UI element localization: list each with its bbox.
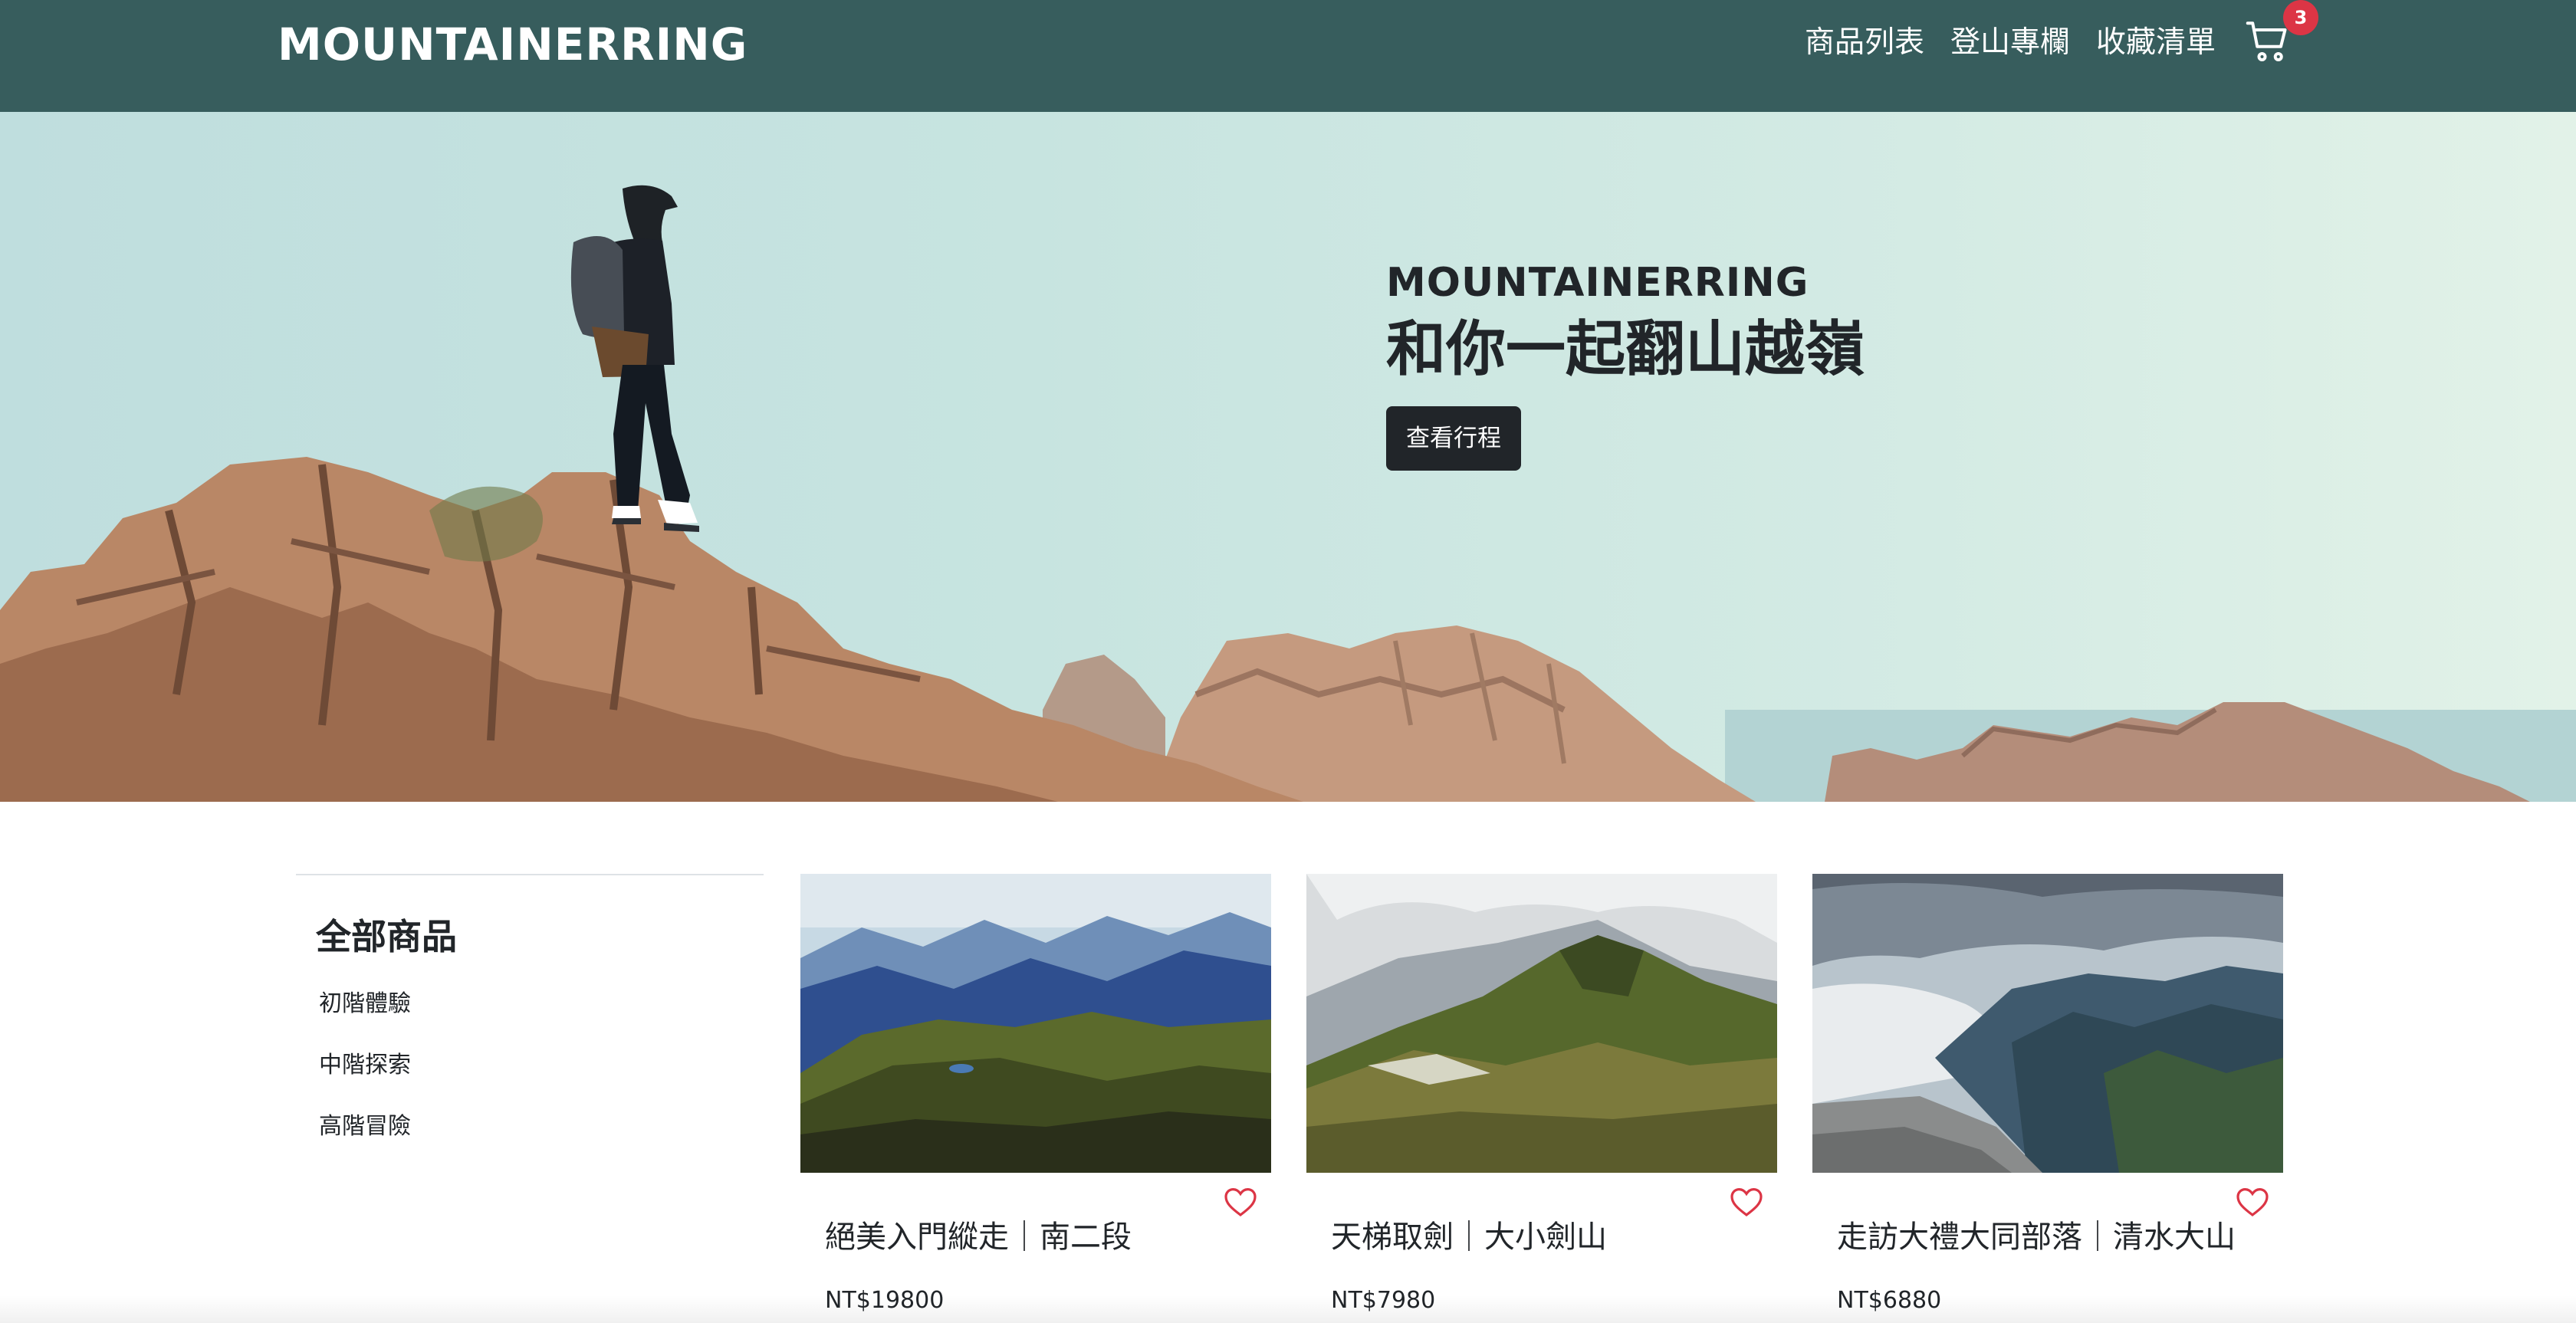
- product-image[interactable]: [800, 874, 1271, 1173]
- sidebar-title[interactable]: 全部商品: [316, 914, 764, 960]
- product-image-mountain: [800, 874, 1271, 1173]
- favorite-button[interactable]: [1222, 1183, 1259, 1220]
- hero-title: 和你一起翻山越嶺: [1386, 315, 1865, 384]
- nav-links: 商品列表 登山專欄 收藏清單: [1805, 21, 2216, 64]
- product-image-mountain: [1306, 874, 1777, 1173]
- brand-logo[interactable]: MOUNTAINERRING: [278, 20, 748, 69]
- product-price: NT$7980: [1331, 1287, 1436, 1314]
- category-sidebar: 全部商品 初階體驗 中階探索 高階冒險: [296, 874, 764, 1173]
- category-list: 初階體驗 中階探索 高階冒險: [319, 989, 764, 1142]
- cart-count-badge: 3: [2283, 0, 2318, 35]
- hero-mountain-image: [0, 185, 2576, 802]
- product-image-mountain: [1812, 874, 2283, 1173]
- favorite-button[interactable]: [2234, 1183, 2271, 1220]
- heart-outline-icon: [1224, 1187, 1257, 1217]
- product-price: NT$19800: [825, 1287, 945, 1314]
- heart-outline-icon: [1730, 1187, 1763, 1217]
- hero-banner: MOUNTAINERRING 和你一起翻山越嶺 查看行程: [0, 112, 2576, 802]
- shopping-cart-icon: [2246, 21, 2287, 61]
- product-price: NT$6880: [1837, 1287, 1942, 1314]
- hero-text-block: MOUNTAINERRING 和你一起翻山越嶺 查看行程: [1386, 258, 1865, 471]
- product-card[interactable]: 絕美入門縱走｜南二段 NT$19800: [800, 874, 1271, 1323]
- nav-link-column[interactable]: 登山專欄: [1950, 21, 2070, 64]
- nav-link-favorites[interactable]: 收藏清單: [2096, 21, 2216, 64]
- view-itinerary-button[interactable]: 查看行程: [1386, 406, 1521, 471]
- hero-subtitle: MOUNTAINERRING: [1386, 260, 1809, 306]
- sidebar-item-advanced[interactable]: 高階冒險: [319, 1111, 764, 1142]
- product-image[interactable]: [1812, 874, 2283, 1173]
- product-title[interactable]: 絕美入門縱走｜南二段: [825, 1216, 1132, 1259]
- favorite-button[interactable]: [1728, 1183, 1765, 1220]
- sidebar-item-beginner[interactable]: 初階體驗: [319, 989, 764, 1019]
- nav-link-products[interactable]: 商品列表: [1805, 21, 1924, 64]
- sidebar-item-intermediate[interactable]: 中階探索: [319, 1050, 764, 1081]
- product-title[interactable]: 走訪大禮大同部落｜清水大山: [1837, 1216, 2236, 1259]
- product-title[interactable]: 天梯取劍｜大小劍山: [1331, 1216, 1607, 1259]
- heart-outline-icon: [2236, 1187, 2269, 1217]
- product-image[interactable]: [1306, 874, 1777, 1173]
- product-card[interactable]: 天梯取劍｜大小劍山 NT$7980: [1306, 874, 1777, 1323]
- cart-button[interactable]: 3: [2245, 0, 2318, 64]
- top-navbar: MOUNTAINERRING 商品列表 登山專欄 收藏清單 3: [0, 0, 2576, 112]
- product-card[interactable]: 走訪大禮大同部落｜清水大山 NT$6880: [1812, 874, 2283, 1323]
